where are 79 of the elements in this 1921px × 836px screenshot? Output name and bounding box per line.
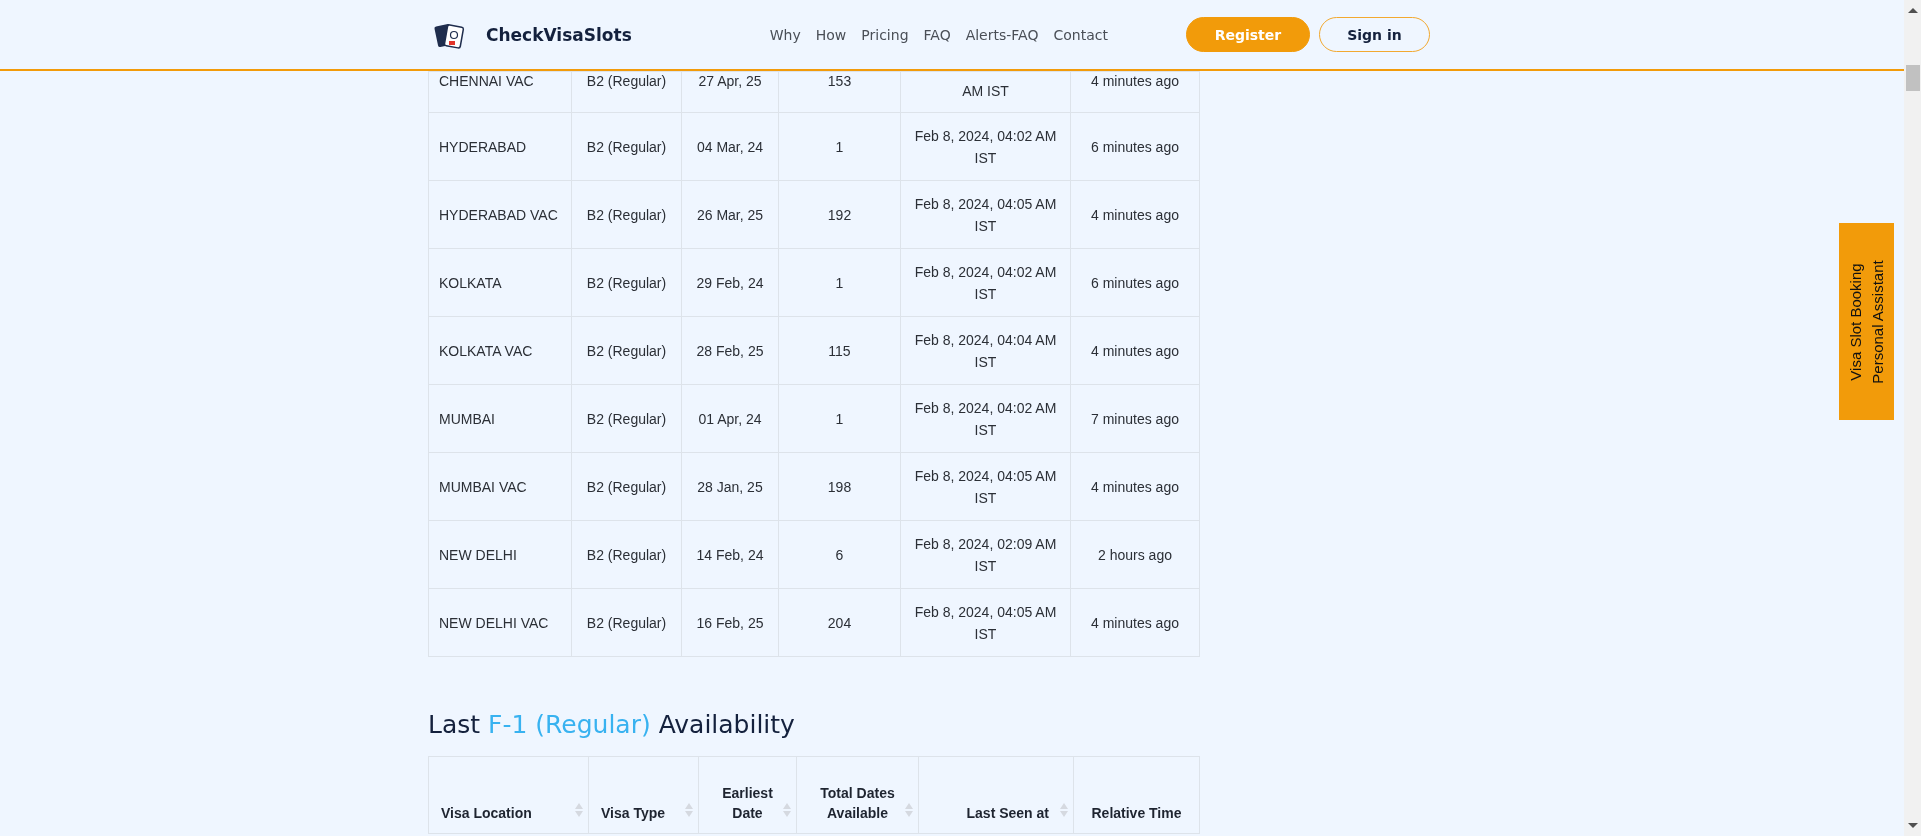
nav-link[interactable]: Why	[769, 26, 801, 43]
table-cell: Feb 8, 2024, 04:04 AM IST	[900, 316, 1071, 385]
table-cell: CHENNAI VAC	[428, 71, 572, 113]
table-cell: NEW DELHI	[428, 520, 572, 589]
table-cell: B2 (Regular)	[571, 180, 682, 249]
table-cell: 1	[778, 384, 901, 453]
assistant-tab[interactable]: Visa Slot Booking Personal Assistant	[1839, 223, 1894, 420]
table-cell: HYDERABAD VAC	[428, 180, 572, 249]
scroll-down-icon[interactable]	[1908, 823, 1918, 828]
column-header[interactable]: Relative Time	[1091, 803, 1182, 823]
table-cell: KOLKATA	[428, 248, 572, 317]
table-cell: 153	[778, 71, 901, 113]
table-cell: 4 minutes ago	[1070, 71, 1200, 113]
table-cell: 6	[778, 520, 901, 589]
table-cell: HYDERABAD	[428, 112, 572, 181]
table-cell: 27 Apr, 25	[681, 71, 779, 113]
table-cell: 26 Mar, 25	[681, 180, 779, 249]
table-cell: B2 (Regular)	[571, 112, 682, 181]
column-header[interactable]: Last Seen at	[966, 803, 1049, 823]
table-cell: B2 (Regular)	[571, 384, 682, 453]
table-cell: B2 (Regular)	[571, 588, 682, 657]
table-cell: 01 Apr, 24	[681, 384, 779, 453]
table-cell: B2 (Regular)	[571, 248, 682, 317]
brand-name[interactable]: CheckVisaSlots	[486, 24, 632, 45]
table-cell: Feb 8, 2024, 04:02 AM IST	[900, 248, 1071, 317]
table-cell: MUMBAI	[428, 384, 572, 453]
table-cell: Feb 8, 2024, 04:02 AM IST	[900, 384, 1071, 453]
table-cell: 1	[778, 112, 901, 181]
table-cell: 6 minutes ago	[1070, 248, 1200, 317]
sort-icon[interactable]	[575, 803, 583, 817]
table-cell: 204	[778, 588, 901, 657]
sign-in-button[interactable]: Sign in	[1318, 17, 1430, 52]
table-cell: NEW DELHI VAC	[428, 588, 572, 657]
table-cell: 7 minutes ago	[1070, 384, 1200, 453]
sort-icon[interactable]	[783, 803, 791, 817]
nav-link[interactable]: Alerts-FAQ	[965, 26, 1039, 43]
nav-link[interactable]: How	[815, 26, 847, 43]
sort-icon[interactable]	[905, 803, 913, 817]
table-cell: 115	[778, 316, 901, 385]
table-cell: 29 Feb, 24	[681, 248, 779, 317]
tab-label: Visa Slot Booking	[1845, 262, 1865, 381]
table-cell: 198	[778, 452, 901, 521]
table-cell: Feb 8, 2024, 02:09 AM IST	[900, 520, 1071, 589]
table-cell: 1	[778, 248, 901, 317]
table-cell: 28 Feb, 25	[681, 316, 779, 385]
table-cell: 04 Mar, 24	[681, 112, 779, 181]
table-cell: B2 (Regular)	[571, 71, 682, 113]
table-cell: 14 Feb, 24	[681, 520, 779, 589]
scroll-up-icon[interactable]	[1908, 8, 1918, 13]
nav-link[interactable]: Contact	[1053, 26, 1108, 43]
table-cell: 4 minutes ago	[1070, 316, 1200, 385]
table-cell: Feb 8, 2024, 04:05 AM IST	[900, 452, 1071, 521]
table-cell: B2 (Regular)	[571, 452, 682, 521]
table-cell: 4 minutes ago	[1070, 588, 1200, 657]
sort-icon[interactable]	[685, 803, 693, 817]
section-heading: Last F-1 (Regular) Availability	[428, 709, 796, 741]
nav-link[interactable]: FAQ	[923, 26, 951, 43]
table-cell: KOLKATA VAC	[428, 316, 572, 385]
table-cell: 192	[778, 180, 901, 249]
table-cell: 16 Feb, 25	[681, 588, 779, 657]
table-cell: 2 hours ago	[1070, 520, 1200, 589]
nav-link[interactable]: Pricing	[861, 26, 909, 43]
table-cell: B2 (Regular)	[571, 316, 682, 385]
table-cell: Feb 8, 2024, 04:05 AM IST	[900, 180, 1071, 249]
column-header[interactable]: Visa Location	[441, 803, 532, 823]
table-cell: 28 Jan, 25	[681, 452, 779, 521]
table-cell: 4 minutes ago	[1070, 452, 1200, 521]
scroll-thumb[interactable]	[1906, 65, 1920, 91]
table-cell: 4 minutes ago	[1070, 180, 1200, 249]
sort-icon[interactable]	[1060, 803, 1068, 817]
table-cell: 6 minutes ago	[1070, 112, 1200, 181]
table-cell: MUMBAI VAC	[428, 452, 572, 521]
table-cell: B2 (Regular)	[571, 520, 682, 589]
table-cell: Feb 8, 2024, 04:02 AM IST	[900, 112, 1071, 181]
column-header[interactable]: Visa Type	[601, 803, 666, 823]
table-cell: Feb 8, 2024, 04:05 AM IST	[900, 588, 1071, 657]
scrollbar[interactable]	[1904, 0, 1921, 836]
tab-label: Personal Assistant	[1867, 259, 1887, 384]
table-cell: AM IST	[900, 71, 1071, 113]
